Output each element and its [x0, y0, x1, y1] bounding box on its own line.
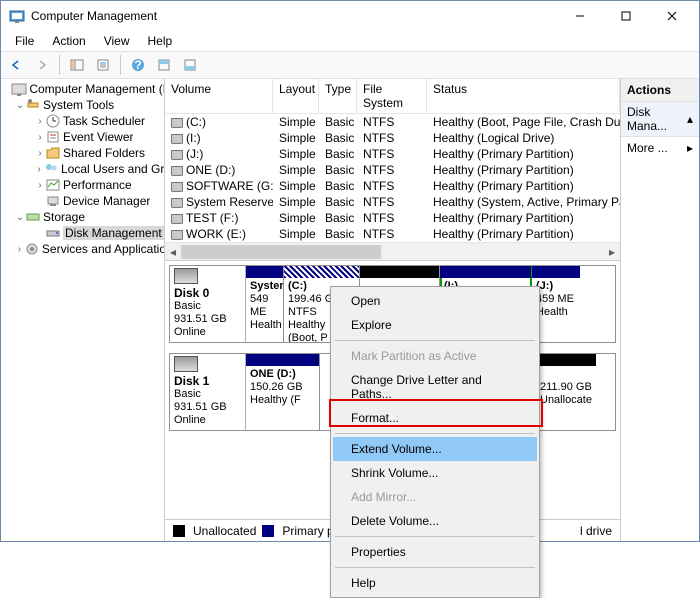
partition[interactable]: Syster549 MEHealth: [246, 266, 284, 342]
titlebar[interactable]: Computer Management: [1, 1, 699, 31]
tree-local-users[interactable]: ›Local Users and Groups: [1, 161, 164, 177]
show-hide-tree-button[interactable]: [66, 54, 88, 76]
maximize-button[interactable]: [603, 1, 649, 31]
volume-row[interactable]: SOFTWARE (G:)SimpleBasicNTFSHealthy (Pri…: [165, 178, 620, 194]
tree-shared-folders[interactable]: ›Shared Folders: [1, 145, 164, 161]
ctx-explore[interactable]: Explore: [333, 313, 537, 337]
minimize-button[interactable]: [557, 1, 603, 31]
col-type[interactable]: Type: [319, 79, 357, 113]
chevron-right-icon: ▸: [687, 141, 693, 155]
window-title: Computer Management: [31, 9, 557, 23]
menu-view[interactable]: View: [96, 32, 138, 50]
menu-file[interactable]: File: [7, 32, 42, 50]
volume-row[interactable]: WORK (E:)SimpleBasicNTFSHealthy (Primary…: [165, 226, 620, 242]
volume-row[interactable]: (I:)SimpleBasicNTFSHealthy (Logical Driv…: [165, 130, 620, 146]
menu-action[interactable]: Action: [44, 32, 93, 50]
menu-help[interactable]: Help: [140, 32, 181, 50]
close-button[interactable]: [649, 1, 695, 31]
tree-system-tools[interactable]: ⌄System Tools: [1, 97, 164, 113]
volume-list[interactable]: Volume Layout Type File System Status (C…: [165, 79, 620, 261]
ctx-change-letter[interactable]: Change Drive Letter and Paths...: [333, 368, 537, 406]
ctx-delete-volume[interactable]: Delete Volume...: [333, 509, 537, 533]
app-icon: [9, 8, 25, 24]
ctx-add-mirror: Add Mirror...: [333, 485, 537, 509]
volume-row[interactable]: System ReservedSimpleBasicNTFSHealthy (S…: [165, 194, 620, 210]
back-button[interactable]: [5, 54, 27, 76]
partition[interactable]: 211.90 GBUnallocate: [536, 354, 596, 430]
tree-performance[interactable]: ›Performance: [1, 177, 164, 193]
ctx-mark-active: Mark Partition as Active: [333, 344, 537, 368]
disk-icon: [174, 268, 198, 284]
ctx-format[interactable]: Format...: [333, 406, 537, 430]
svg-text:?: ?: [134, 58, 141, 72]
scroll-right-icon[interactable]: ▸: [604, 244, 620, 260]
properties-button[interactable]: [92, 54, 114, 76]
col-layout[interactable]: Layout: [273, 79, 319, 113]
tree-services-apps[interactable]: ›Services and Applications: [1, 241, 164, 257]
scroll-left-icon[interactable]: ◂: [165, 244, 181, 260]
context-menu[interactable]: Open Explore Mark Partition as Active Ch…: [330, 286, 540, 598]
volume-row[interactable]: (J:)SimpleBasicNTFSHealthy (Primary Part…: [165, 146, 620, 162]
view-top-button[interactable]: [153, 54, 175, 76]
tree-disk-management[interactable]: Disk Management: [1, 225, 164, 241]
legend-unallocated: Unallocated: [193, 524, 256, 538]
actions-sub[interactable]: Disk Mana...▴: [621, 102, 699, 137]
toolbar: ?: [1, 51, 699, 79]
menubar: File Action View Help: [1, 31, 699, 51]
partition[interactable]: ONE (D:)150.26 GBHealthy (F: [246, 354, 320, 430]
col-fs[interactable]: File System: [357, 79, 427, 113]
tree-event-viewer[interactable]: ›Event Viewer: [1, 129, 164, 145]
view-bottom-button[interactable]: [179, 54, 201, 76]
volume-header[interactable]: Volume Layout Type File System Status: [165, 79, 620, 114]
actions-panel: Actions Disk Mana...▴ More ...▸: [621, 79, 699, 541]
actions-header: Actions: [621, 79, 699, 102]
ctx-help[interactable]: Help: [333, 571, 537, 595]
forward-button[interactable]: [31, 54, 53, 76]
nav-tree[interactable]: Computer Management (Local ⌄System Tools…: [1, 79, 165, 541]
volume-row[interactable]: TEST (F:)SimpleBasicNTFSHealthy (Primary…: [165, 210, 620, 226]
collapse-up-icon[interactable]: ▴: [687, 112, 693, 126]
disk-info[interactable]: Disk 1Basic931.51 GBOnline: [170, 354, 246, 430]
scroll-thumb[interactable]: [181, 245, 381, 259]
disk-info[interactable]: Disk 0Basic931.51 GBOnline: [170, 266, 246, 342]
tree-root[interactable]: Computer Management (Local: [1, 81, 164, 97]
ctx-open[interactable]: Open: [333, 289, 537, 313]
actions-more[interactable]: More ...▸: [621, 137, 699, 159]
tree-task-scheduler[interactable]: ›Task Scheduler: [1, 113, 164, 129]
tree-device-manager[interactable]: Device Manager: [1, 193, 164, 209]
ctx-extend-volume[interactable]: Extend Volume...: [333, 437, 537, 461]
help-button[interactable]: ?: [127, 54, 149, 76]
legend-logical: l drive: [580, 524, 612, 538]
ctx-properties[interactable]: Properties: [333, 540, 537, 564]
tree-storage[interactable]: ⌄Storage: [1, 209, 164, 225]
disk-icon: [174, 356, 198, 372]
volume-row[interactable]: (C:)SimpleBasicNTFSHealthy (Boot, Page F…: [165, 114, 620, 130]
col-status[interactable]: Status: [427, 79, 620, 113]
ctx-shrink-volume[interactable]: Shrink Volume...: [333, 461, 537, 485]
volume-row[interactable]: ONE (D:)SimpleBasicNTFSHealthy (Primary …: [165, 162, 620, 178]
col-volume[interactable]: Volume: [165, 79, 273, 113]
horizontal-scrollbar[interactable]: ◂ ▸: [165, 242, 620, 260]
